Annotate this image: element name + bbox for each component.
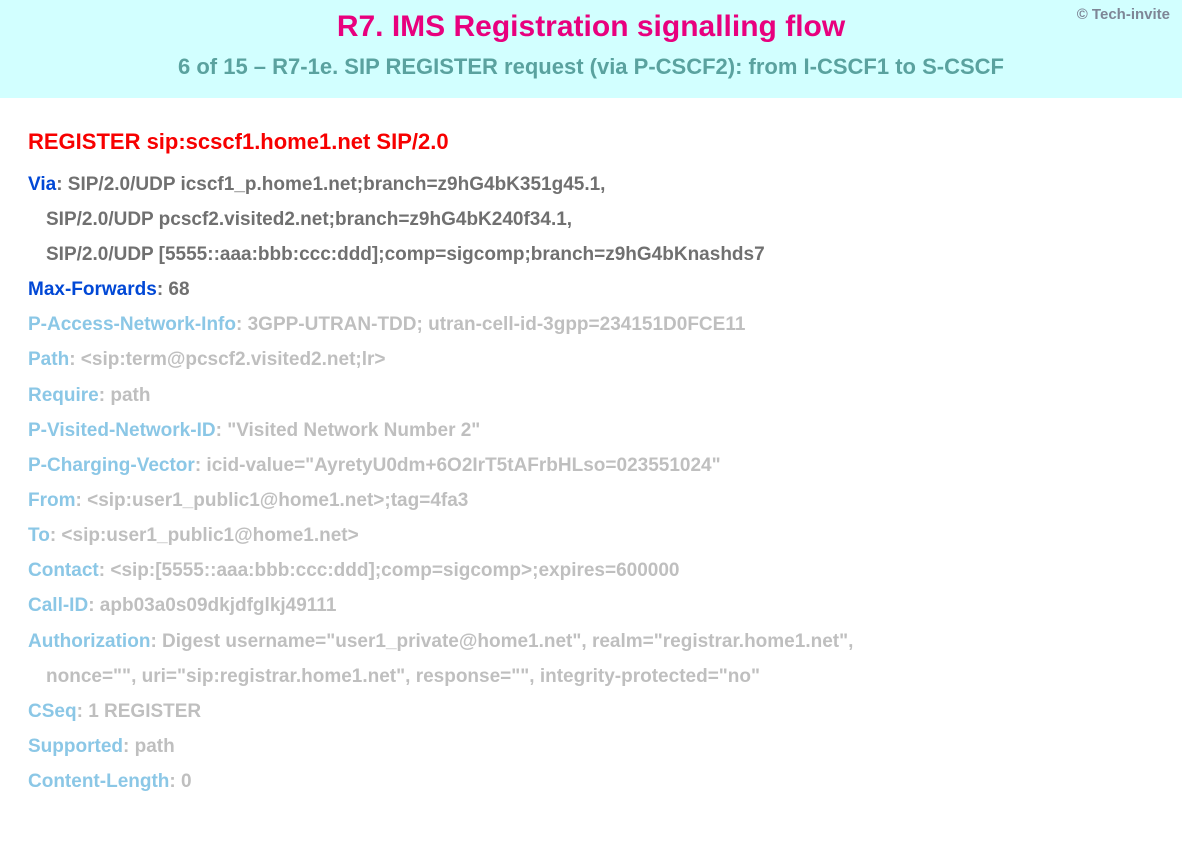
colon: : [157,279,169,300]
sip-header-name: CSeq [28,701,77,722]
sip-header-name: P-Access-Network-Info [28,314,236,335]
sip-header-value: <sip:user1_public1@home1.net>;tag=4fa3 [87,490,468,511]
sip-header-value: icid-value="AyretyU0dm+6O2IrT5tAFrbHLso=… [206,455,720,476]
sip-header-value: path [135,736,175,757]
sip-header-name: Contact [28,560,99,581]
sip-header-name: Call-ID [28,595,88,616]
sip-header-value: 0 [181,771,192,792]
sip-header-continuation: SIP/2.0/UDP [5555::aaa:bbb:ccc:ddd];comp… [28,237,1154,272]
colon: : [56,174,68,195]
colon: : [69,349,81,370]
sip-header-name: Supported [28,736,123,757]
sip-header-name: Max-Forwards [28,279,157,300]
sip-header-value: SIP/2.0/UDP icscf1_p.home1.net;branch=z9… [68,174,606,195]
colon: : [216,420,228,441]
banner: © Tech-invite R7. IMS Registration signa… [0,0,1182,98]
colon: : [76,490,88,511]
sip-header-row: Authorization: Digest username="user1_pr… [28,624,1154,659]
sip-header-row: Call-ID: apb03a0s09dkjdfglkj49111 [28,588,1154,623]
sip-header-name: To [28,525,50,546]
sip-header-row: To: <sip:user1_public1@home1.net> [28,518,1154,553]
sip-header-name: From [28,490,76,511]
sip-header-name: Via [28,174,56,195]
sip-header-value: Digest username="user1_private@home1.net… [162,631,853,652]
sip-header-name: Require [28,385,99,406]
colon: : [50,525,62,546]
page-subtitle: 6 of 15 – R7-1e. SIP REGISTER request (v… [0,54,1182,80]
sip-header-value: <sip:[5555::aaa:bbb:ccc:ddd];comp=sigcom… [110,560,679,581]
sip-message-body: REGISTER sip:scscf1.home1.net SIP/2.0 Vi… [0,98,1182,823]
sip-header-value: <sip:term@pcscf2.visited2.net;lr> [81,349,386,370]
copyright-label: © Tech-invite [1077,6,1170,23]
colon: : [99,385,111,406]
sip-header-value: <sip:user1_public1@home1.net> [61,525,358,546]
sip-header-name: Authorization [28,631,150,652]
page-title: R7. IMS Registration signalling flow [0,10,1182,44]
sip-header-row: From: <sip:user1_public1@home1.net>;tag=… [28,483,1154,518]
colon: : [150,631,162,652]
sip-header-value: 68 [168,279,189,300]
sip-header-row: Supported: path [28,729,1154,764]
sip-headers: Via: SIP/2.0/UDP icscf1_p.home1.net;bran… [28,167,1154,800]
sip-header-row: Require: path [28,378,1154,413]
sip-header-name: Path [28,349,69,370]
colon: : [169,771,181,792]
colon: : [99,560,111,581]
colon: : [236,314,248,335]
sip-header-continuation: nonce="", uri="sip:registrar.home1.net",… [28,659,1154,694]
colon: : [88,595,100,616]
sip-header-continuation: SIP/2.0/UDP pcscf2.visited2.net;branch=z… [28,202,1154,237]
sip-header-name: P-Visited-Network-ID [28,420,216,441]
sip-header-value: path [110,385,150,406]
colon: : [123,736,135,757]
sip-header-value: "Visited Network Number 2" [227,420,480,441]
sip-header-row: CSeq: 1 REGISTER [28,694,1154,729]
sip-header-row: P-Access-Network-Info: 3GPP-UTRAN-TDD; u… [28,307,1154,342]
colon: : [77,701,89,722]
sip-header-value: 1 REGISTER [88,701,201,722]
colon: : [195,455,207,476]
sip-header-row: P-Visited-Network-ID: "Visited Network N… [28,413,1154,448]
sip-header-value: 3GPP-UTRAN-TDD; utran-cell-id-3gpp=23415… [248,314,746,335]
sip-header-row: Content-Length: 0 [28,764,1154,799]
sip-header-row: Contact: <sip:[5555::aaa:bbb:ccc:ddd];co… [28,553,1154,588]
sip-header-row: Max-Forwards: 68 [28,272,1154,307]
sip-header-row: P-Charging-Vector: icid-value="AyretyU0d… [28,448,1154,483]
sip-request-line: REGISTER sip:scscf1.home1.net SIP/2.0 [28,122,1154,163]
sip-header-name: Content-Length [28,771,169,792]
sip-header-value: apb03a0s09dkjdfglkj49111 [100,595,337,616]
sip-header-name: P-Charging-Vector [28,455,195,476]
sip-header-row: Via: SIP/2.0/UDP icscf1_p.home1.net;bran… [28,167,1154,202]
sip-header-row: Path: <sip:term@pcscf2.visited2.net;lr> [28,342,1154,377]
